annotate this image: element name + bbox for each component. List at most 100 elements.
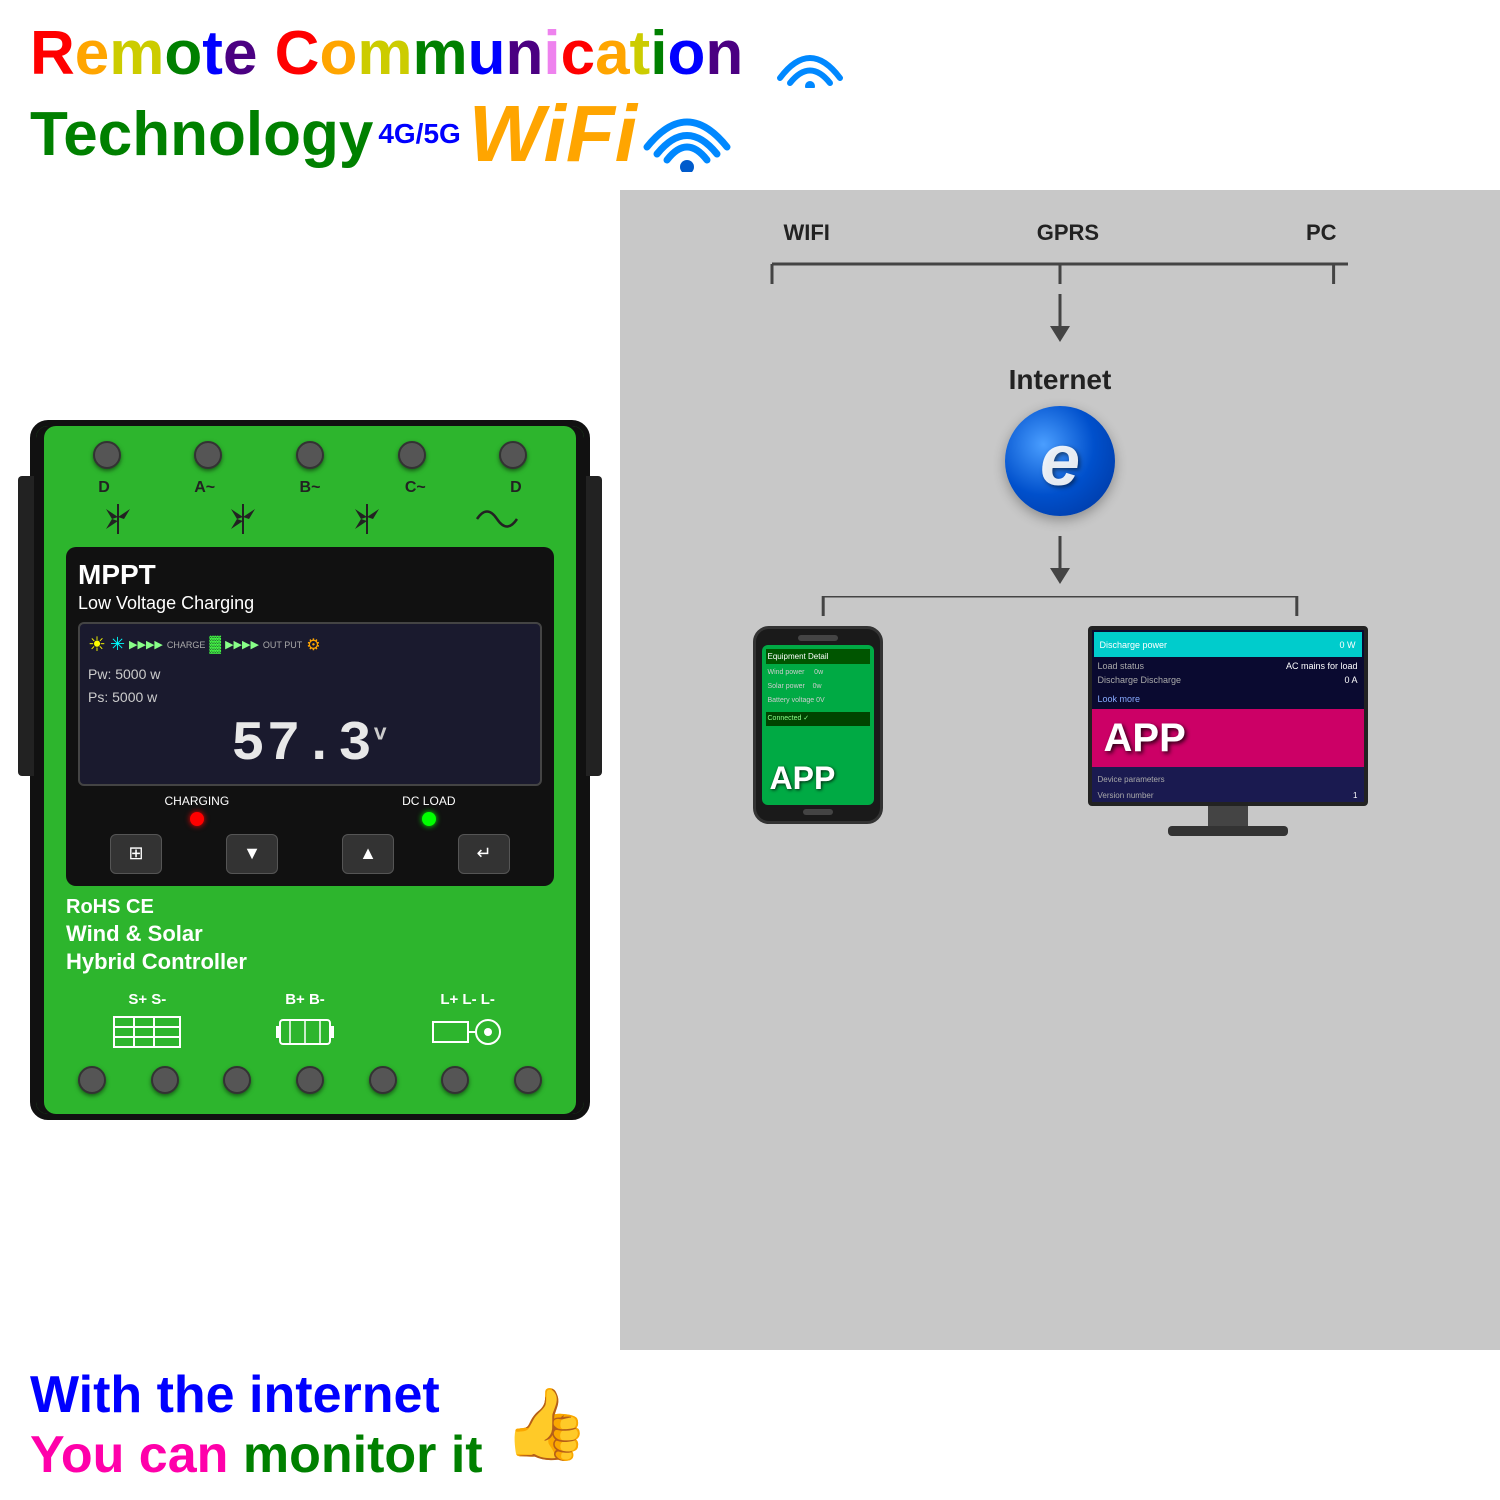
monitor-row-discharge: Discharge Discharge 0 A bbox=[1092, 673, 1364, 687]
monitor-row-load: Load status AC mains for load bbox=[1092, 659, 1364, 673]
terminal-section-bottom: S+ S- B+ B- bbox=[56, 985, 564, 1058]
solar-panel-symbol bbox=[112, 1012, 182, 1052]
monitor-stand bbox=[1208, 806, 1248, 826]
solar-terminal-label: S+ S- bbox=[128, 991, 166, 1008]
screw bbox=[78, 1066, 106, 1094]
main-content: D A~ B~ C~ D bbox=[0, 190, 1500, 1350]
title-line2: Technology 4G/5G WiFi bbox=[30, 88, 1470, 180]
wifi-text: WiFi bbox=[469, 88, 637, 180]
internet-label: Internet bbox=[1009, 364, 1112, 396]
indicators-row: CHARGING DC LOAD bbox=[78, 794, 542, 826]
monitor-app-label: APP bbox=[1104, 716, 1186, 761]
battery-symbol bbox=[275, 1012, 335, 1052]
enter-button[interactable]: ↵ bbox=[458, 834, 510, 874]
title-char: o bbox=[667, 19, 705, 88]
globe-icon: e bbox=[1005, 406, 1115, 516]
arrow-down-devices bbox=[660, 536, 1460, 586]
display-panel: MPPT Low Voltage Charging ☀ ✳ ▶▶▶▶ CHARG… bbox=[66, 547, 554, 886]
screw bbox=[151, 1066, 179, 1094]
phone-screen: Equipment Detail Wind power 0w Solar pow… bbox=[762, 645, 874, 805]
title-line1: Remote Communication bbox=[30, 20, 1470, 88]
up-button[interactable]: ▲ bbox=[342, 834, 394, 874]
title-char: m bbox=[412, 19, 467, 88]
screw bbox=[194, 441, 222, 469]
phone-app-label-container: APP bbox=[770, 760, 836, 797]
title-char: c bbox=[561, 19, 595, 88]
phone-screen-text: Equipment Detail Wind power 0w Solar pow… bbox=[766, 649, 870, 725]
globe-e-letter: e bbox=[1040, 420, 1080, 502]
lcd-icons-row: ☀ ✳ ▶▶▶▶ CHARGE ▓ ▶▶▶▶ OUT PUT ⚙ bbox=[88, 632, 532, 657]
phone-mockup: Equipment Detail Wind power 0w Solar pow… bbox=[753, 626, 883, 824]
footer-you-can: You can bbox=[30, 1426, 228, 1484]
title-char: u bbox=[468, 19, 506, 88]
title-char: e bbox=[223, 19, 257, 88]
monitor-app-section: APP bbox=[1092, 709, 1364, 767]
load-terminals: L+ L- L- bbox=[428, 991, 508, 1052]
phone-app-container: Equipment Detail Wind power 0w Solar pow… bbox=[753, 626, 883, 824]
title-char: a bbox=[595, 19, 629, 88]
title-char: t bbox=[630, 19, 651, 88]
monitor-label-params: Device parameters bbox=[1098, 775, 1165, 784]
charging-led bbox=[190, 812, 204, 826]
ps-reading: Ps: 5000 w bbox=[88, 686, 532, 708]
wifi-arc-icon bbox=[770, 19, 850, 88]
terminal-label-a: A~ bbox=[194, 479, 215, 497]
mount-bracket-left bbox=[18, 476, 34, 776]
monitor-mockup: Discharge power 0 W Load status AC mains… bbox=[1088, 626, 1368, 836]
phone-app-label: APP bbox=[770, 760, 836, 796]
gprs-label: GPRS bbox=[1037, 220, 1099, 246]
charge-arrows: ▶▶▶▶ bbox=[129, 638, 163, 651]
mppt-title: MPPT bbox=[78, 559, 542, 591]
voltage-display: 57.3v bbox=[88, 712, 532, 776]
menu-button[interactable]: ⊞ bbox=[110, 834, 162, 874]
bottom-connection-lines-svg bbox=[690, 596, 1430, 616]
low-voltage-label: Low Voltage Charging bbox=[78, 593, 542, 614]
title-char: o bbox=[319, 19, 357, 88]
screw bbox=[296, 1066, 324, 1094]
monitor-row-more: Look more bbox=[1092, 687, 1364, 709]
screw bbox=[93, 441, 121, 469]
monitor-value-version: 1 bbox=[1353, 791, 1357, 800]
title-char: e bbox=[75, 19, 109, 88]
monitor-row-params: Device parameters bbox=[1092, 767, 1364, 789]
arrow-down-internet bbox=[660, 294, 1460, 344]
wifi-dot-icon bbox=[642, 97, 732, 172]
title-char: R bbox=[30, 19, 75, 88]
monitor-value-discharge: 0 W bbox=[1339, 640, 1355, 650]
bottom-connector-line bbox=[690, 596, 1430, 616]
control-buttons-row: ⊞ ▼ ▲ ↵ bbox=[78, 834, 542, 874]
monitor-look-more: Look more bbox=[1098, 694, 1141, 704]
wind-icon: ✳ bbox=[110, 634, 125, 655]
pc-label: PC bbox=[1306, 220, 1337, 246]
hybrid-label: Hybrid Controller bbox=[66, 949, 554, 975]
screw bbox=[398, 441, 426, 469]
screw bbox=[296, 441, 324, 469]
title-char: o bbox=[164, 19, 202, 88]
dc-load-label: DC LOAD bbox=[402, 794, 455, 808]
lcd-screen: ☀ ✳ ▶▶▶▶ CHARGE ▓ ▶▶▶▶ OUT PUT ⚙ Pw: 500… bbox=[78, 622, 542, 786]
terminal-label-b: B~ bbox=[300, 479, 321, 497]
pw-reading: Pw: 5000 w bbox=[88, 663, 532, 685]
footer-text-container: With the internet You can monitor it bbox=[30, 1365, 483, 1485]
screw bbox=[514, 1066, 542, 1094]
solar-terminals: S+ S- bbox=[112, 991, 182, 1052]
title-char: i bbox=[650, 19, 667, 88]
monitor-base bbox=[1168, 826, 1288, 836]
wave-symbol bbox=[472, 499, 522, 539]
title-char: m bbox=[357, 19, 412, 88]
wind-symbol bbox=[347, 499, 387, 539]
load-symbol bbox=[428, 1012, 508, 1052]
footer-line1: With the internet bbox=[30, 1365, 483, 1425]
charge-text: CHARGE bbox=[167, 640, 206, 650]
sun-icon: ☀ bbox=[88, 632, 106, 657]
monitor-label-d: Discharge Discharge bbox=[1098, 675, 1182, 685]
device-image: D A~ B~ C~ D bbox=[30, 420, 590, 1120]
output-text: OUT PUT bbox=[263, 640, 302, 650]
screw bbox=[369, 1066, 397, 1094]
4g5g-text: 4G/5G bbox=[378, 118, 460, 150]
wifi-label: WIFI bbox=[783, 220, 829, 246]
title-char: i bbox=[543, 19, 560, 88]
title-char: C bbox=[275, 19, 320, 88]
battery-terminal-label: B+ B- bbox=[285, 991, 325, 1008]
down-button[interactable]: ▼ bbox=[226, 834, 278, 874]
